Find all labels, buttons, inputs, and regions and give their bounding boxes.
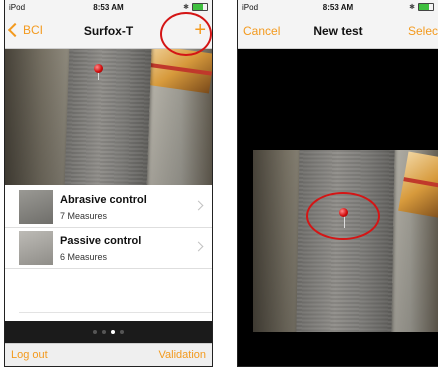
validation-button[interactable]: Validation	[159, 349, 207, 361]
page-dot[interactable]	[120, 330, 124, 334]
divider	[19, 312, 212, 313]
page-control[interactable]	[5, 321, 212, 343]
list-item-title: Passive control	[60, 235, 142, 247]
battery-icon: ✱	[409, 3, 434, 11]
cancel-button[interactable]: Cancel	[243, 24, 280, 38]
navigation-bar: Cancel New test Selec	[238, 14, 438, 49]
chevron-right-icon	[193, 241, 204, 252]
page-dot[interactable]	[111, 330, 115, 334]
carrier-label: iPod	[242, 2, 259, 12]
surface-photo[interactable]	[5, 49, 212, 185]
log-out-button[interactable]: Log out	[11, 349, 48, 361]
status-time: 8:53 AM	[322, 2, 354, 12]
page-title: Surfox-T	[83, 24, 134, 38]
bottom-toolbar: Log out Validation	[5, 343, 212, 366]
camera-preview[interactable]	[253, 150, 438, 332]
chevron-left-icon	[7, 22, 23, 38]
annotation-circle	[160, 12, 212, 56]
list-item-subtitle: 6 Measures	[60, 252, 108, 262]
back-button-label: BCI	[23, 23, 44, 37]
metal-plate-image	[296, 150, 395, 332]
annotation-circle	[306, 192, 380, 240]
list-item[interactable]: Passive control 6 Measures	[5, 228, 212, 269]
list-item[interactable]: Abrasive control 7 Measures	[5, 187, 212, 228]
list-item-subtitle: 7 Measures	[60, 211, 108, 221]
chevron-right-icon	[193, 200, 204, 211]
status-bar: iPod 8:53 AM ✱	[238, 0, 438, 14]
list-item-title: Abrasive control	[60, 194, 147, 206]
battery-icon: ✱	[183, 3, 208, 11]
thumbnail-image	[19, 231, 53, 265]
metal-plate-image	[64, 49, 152, 185]
thumbnail-image	[19, 190, 53, 224]
carrier-label: iPod	[9, 2, 26, 12]
new-test-screen: iPod 8:53 AM ✱ Cancel New test Selec	[237, 0, 438, 367]
page-dot[interactable]	[93, 330, 97, 334]
test-list: Abrasive control 7 Measures Passive cont…	[5, 185, 212, 321]
page-dot[interactable]	[102, 330, 106, 334]
measurement-pin-icon[interactable]	[94, 64, 103, 73]
select-button[interactable]: Selec	[408, 24, 438, 38]
page-title: New test	[313, 24, 363, 38]
status-time: 8:53 AM	[93, 2, 124, 12]
back-button[interactable]: BCI	[7, 22, 44, 38]
